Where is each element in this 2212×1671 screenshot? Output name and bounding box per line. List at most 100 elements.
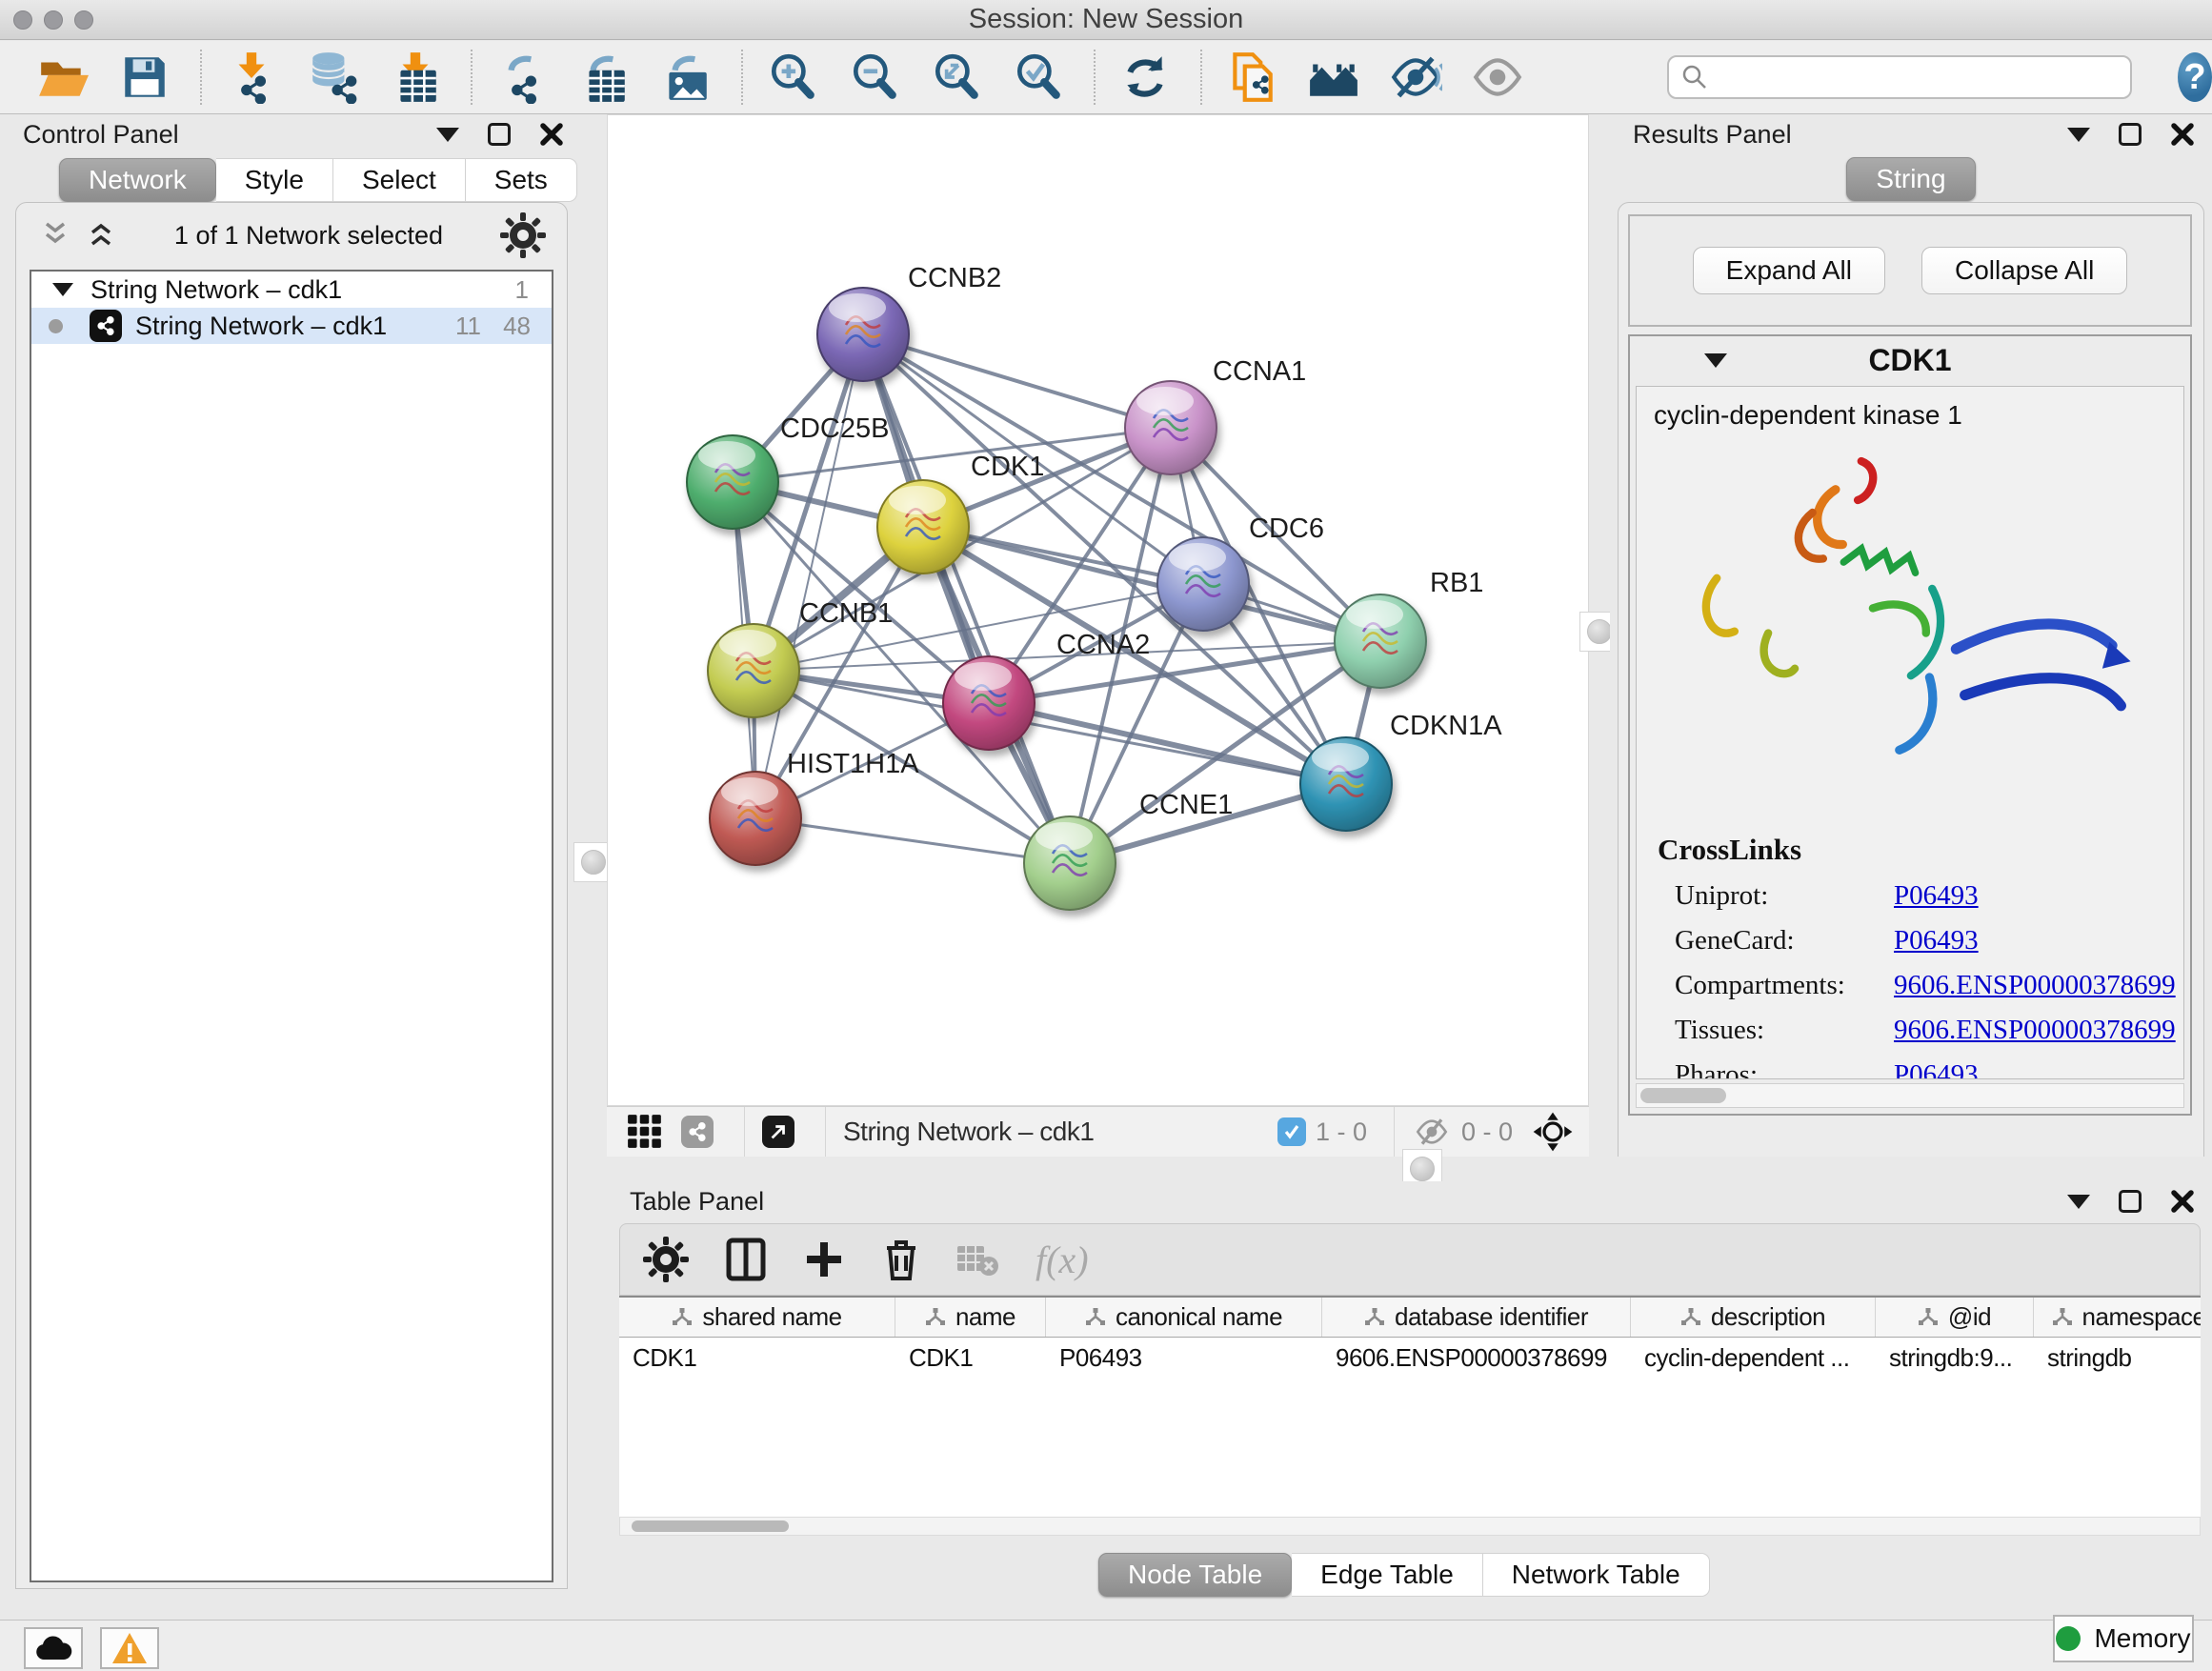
import-table-from-file-icon[interactable]: [389, 50, 442, 105]
import-network-from-database-icon[interactable]: [307, 50, 360, 105]
export-table-icon[interactable]: [577, 50, 631, 105]
zoom-selected-icon[interactable]: [1012, 50, 1065, 105]
tab-string[interactable]: String: [1846, 157, 1975, 201]
panel-menu-icon[interactable]: [2067, 128, 2090, 142]
table-horizontal-scrollbar[interactable]: [619, 1517, 2201, 1536]
copy-document-icon[interactable]: [1225, 50, 1278, 105]
selected-checkbox-icon[interactable]: [1277, 1117, 1306, 1146]
hide-selected-eye-icon[interactable]: [1389, 50, 1442, 105]
crosslink-link[interactable]: 9606.ENSP00000378699: [1894, 1015, 2176, 1046]
add-column-icon[interactable]: [803, 1238, 845, 1280]
hidden-eye-icon[interactable]: [1412, 1115, 1452, 1149]
table-options-gear-icon[interactable]: [643, 1237, 689, 1282]
node-ccna1[interactable]: [1125, 381, 1217, 474]
export-image-icon[interactable]: [659, 50, 713, 105]
delete-column-trash-icon[interactable]: [881, 1237, 921, 1282]
node-ccne1[interactable]: [1024, 816, 1116, 910]
search-field[interactable]: [1667, 55, 2132, 99]
delete-table-icon[interactable]: [957, 1242, 999, 1277]
table-cell[interactable]: cyclin-dependent ...: [1631, 1338, 1876, 1378]
collapse-all-button[interactable]: Collapse All: [1921, 247, 2127, 294]
node-rb1[interactable]: [1335, 594, 1426, 688]
float-panel-icon[interactable]: [2119, 1190, 2142, 1213]
zoom-fit-content-icon[interactable]: [930, 50, 983, 105]
help-button[interactable]: ?: [2178, 52, 2212, 102]
home-icon[interactable]: [1307, 50, 1360, 105]
edge-ccna2-cdkn1a[interactable]: [989, 703, 1346, 784]
close-window-button[interactable]: [13, 10, 32, 30]
table-cell[interactable]: 9606.ENSP00000378699: [1322, 1338, 1631, 1378]
function-builder-icon[interactable]: f(x): [1036, 1238, 1089, 1282]
table-cell[interactable]: CDK1: [895, 1338, 1046, 1378]
tab-select[interactable]: Select: [333, 158, 466, 202]
column-header-database-identifier[interactable]: database identifier: [1322, 1298, 1631, 1337]
detach-view-icon[interactable]: [762, 1116, 794, 1148]
save-session-icon[interactable]: [118, 50, 171, 105]
node-ccna2[interactable]: [943, 656, 1035, 750]
float-panel-icon[interactable]: [2119, 123, 2142, 146]
collapse-all-icon[interactable]: [39, 221, 71, 250]
tab-edge-table[interactable]: Edge Table: [1292, 1553, 1483, 1597]
expand-all-button[interactable]: Expand All: [1693, 247, 1885, 294]
network-collection-row[interactable]: String Network – cdk1 1: [31, 272, 552, 308]
node-hist1h1a[interactable]: [710, 772, 801, 865]
import-network-from-file-icon[interactable]: [225, 50, 278, 105]
section-collapse-icon[interactable]: [1704, 353, 1727, 368]
panel-menu-icon[interactable]: [436, 128, 459, 142]
crosslink-link[interactable]: P06493: [1894, 925, 1979, 956]
center-view-crosshair-icon[interactable]: [1532, 1111, 1574, 1153]
network-options-gear-icon[interactable]: [500, 212, 546, 258]
column-header-canonical-name[interactable]: canonical name: [1046, 1298, 1322, 1337]
left-splitter[interactable]: [581, 114, 607, 1620]
node-cdc6[interactable]: [1157, 537, 1249, 631]
expand-all-icon[interactable]: [85, 221, 117, 250]
export-network-icon[interactable]: [495, 50, 549, 105]
network-view-share-icon[interactable]: [681, 1116, 714, 1148]
panel-menu-icon[interactable]: [2067, 1195, 2090, 1209]
column-header-shared-name[interactable]: shared name: [619, 1298, 895, 1337]
right-splitter[interactable]: [1589, 114, 1610, 1157]
tab-network[interactable]: Network: [59, 158, 216, 202]
horizontal-splitter[interactable]: [607, 1157, 2212, 1181]
protein-section-header[interactable]: CDK1: [1630, 336, 2190, 384]
tab-network-table[interactable]: Network Table: [1483, 1553, 1710, 1597]
warning-status-button[interactable]: [100, 1627, 159, 1669]
crosslink-link[interactable]: P06493: [1894, 880, 1979, 912]
node-ccnb2[interactable]: [817, 288, 909, 381]
node-ccnb1[interactable]: [708, 624, 799, 717]
network-canvas[interactable]: CCNB2CCNA1CDC25BCDK1CDC6RB1CCNB1CCNA2CDK…: [607, 114, 1589, 1106]
minimize-window-button[interactable]: [44, 10, 63, 30]
edge-hist1h1a-ccne1[interactable]: [755, 818, 1070, 863]
search-input[interactable]: [1719, 63, 2119, 92]
table-cell[interactable]: P06493: [1046, 1338, 1322, 1378]
tree-expander-icon[interactable]: [52, 283, 73, 296]
node-cdkn1a[interactable]: [1300, 737, 1392, 831]
grid-view-icon[interactable]: [624, 1111, 666, 1153]
column-header-namespace[interactable]: namespace: [2034, 1298, 2201, 1337]
zoom-in-icon[interactable]: [766, 50, 819, 105]
close-panel-icon[interactable]: [539, 122, 564, 147]
node-cdc25b[interactable]: [687, 435, 778, 529]
crosslink-link[interactable]: P06493: [1894, 1059, 1979, 1079]
tab-sets[interactable]: Sets: [466, 158, 577, 202]
column-header-description[interactable]: description: [1631, 1298, 1876, 1337]
zoom-out-icon[interactable]: [848, 50, 901, 105]
show-columns-icon[interactable]: [725, 1237, 767, 1282]
network-row[interactable]: String Network – cdk1 11 48: [31, 308, 552, 344]
column-header-@id[interactable]: @id: [1876, 1298, 2034, 1337]
cloud-status-button[interactable]: [24, 1627, 83, 1669]
float-panel-icon[interactable]: [488, 123, 511, 146]
tab-style[interactable]: Style: [216, 158, 333, 202]
table-cell[interactable]: stringdb:9...: [1876, 1338, 2034, 1378]
show-eye-icon[interactable]: [1471, 50, 1524, 105]
close-panel-icon[interactable]: [2170, 122, 2195, 147]
scrollbar-thumb[interactable]: [632, 1520, 789, 1532]
table-cell[interactable]: stringdb: [2034, 1338, 2201, 1378]
tab-node-table[interactable]: Node Table: [1098, 1553, 1292, 1597]
zoom-window-button[interactable]: [74, 10, 93, 30]
protein-details-scrollbar[interactable]: [1636, 1083, 2184, 1108]
close-panel-icon[interactable]: [2170, 1189, 2195, 1214]
open-session-icon[interactable]: [36, 50, 90, 105]
memory-button[interactable]: Memory: [2053, 1615, 2194, 1662]
table-cell[interactable]: CDK1: [619, 1338, 895, 1378]
